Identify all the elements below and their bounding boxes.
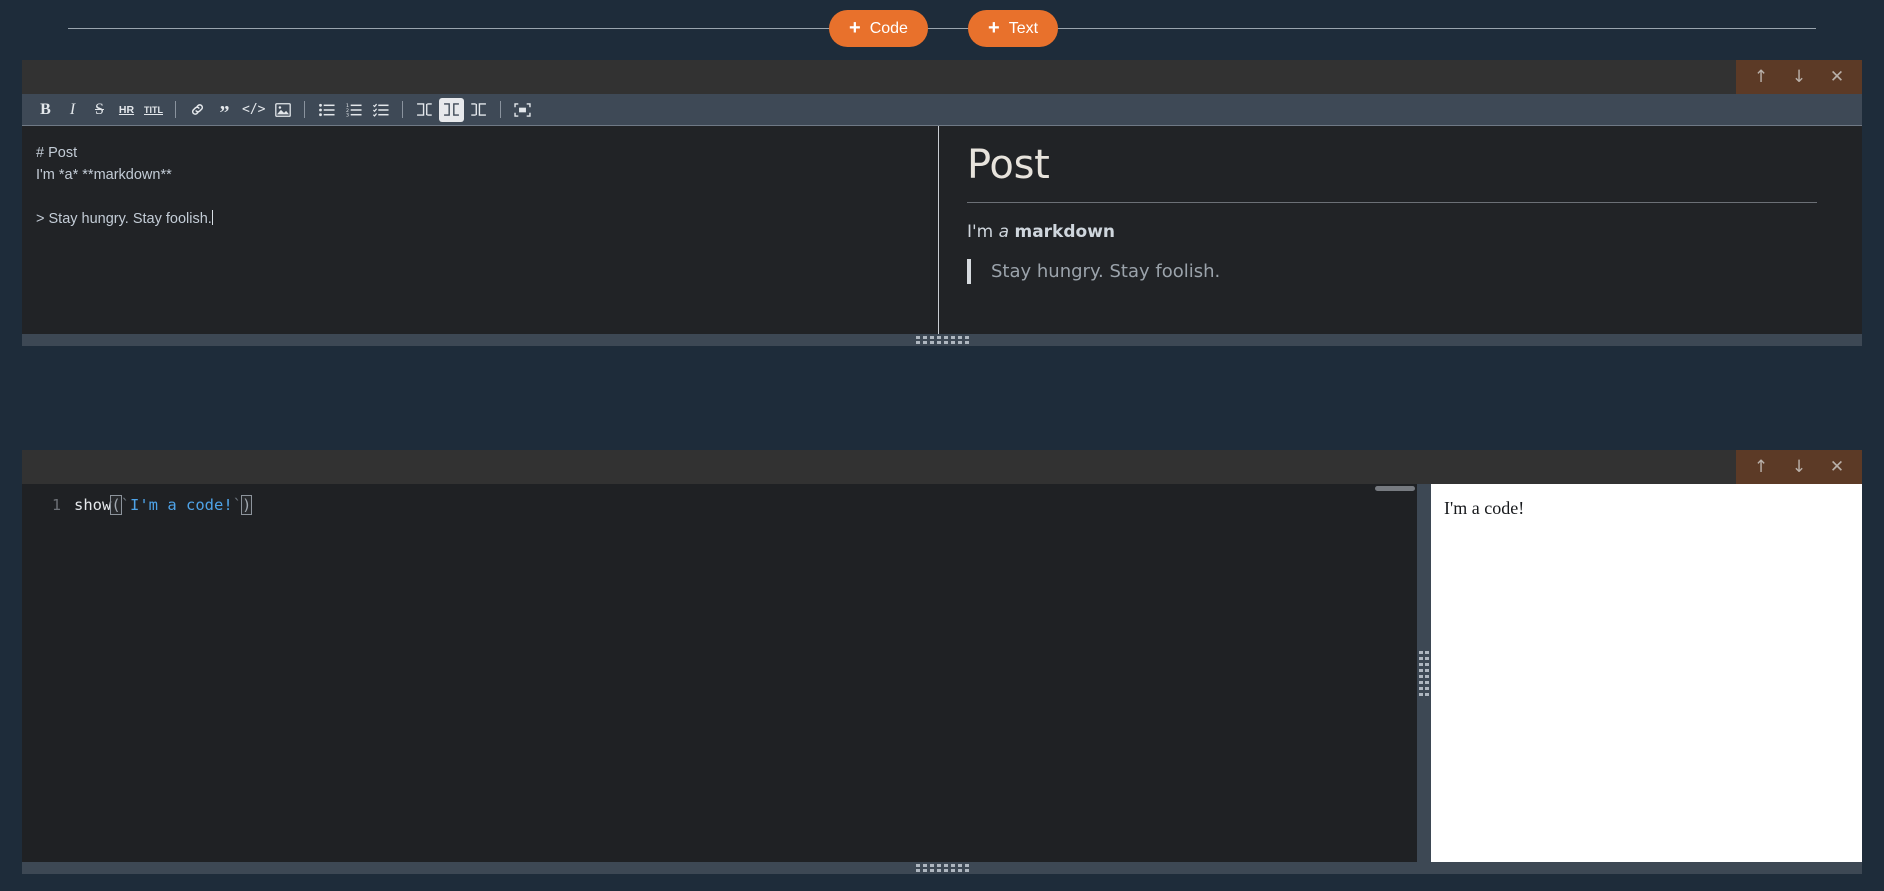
move-cell-down-icon[interactable]: ↓ bbox=[1780, 450, 1818, 484]
markdown-cell: ↑ ↓ ✕ B I S HR TITL ” </> 1 2 3 # Post I… bbox=[22, 60, 1862, 346]
markdown-cell-actions: ↑ ↓ ✕ bbox=[1736, 60, 1862, 94]
resize-code-cell-grip[interactable] bbox=[22, 862, 1862, 874]
code-token-function: show bbox=[74, 496, 112, 514]
plus-icon: + bbox=[988, 16, 1000, 39]
bold-icon[interactable]: B bbox=[33, 98, 58, 122]
svg-text:3: 3 bbox=[346, 112, 349, 116]
delete-cell-icon[interactable]: ✕ bbox=[1818, 450, 1856, 484]
add-cell-rule bbox=[68, 28, 1816, 29]
bullet-list-icon[interactable] bbox=[314, 98, 339, 122]
markdown-source-text: # Post I'm *a* **markdown** > Stay hungr… bbox=[36, 145, 212, 227]
link-icon[interactable] bbox=[185, 98, 210, 122]
ordered-list-icon[interactable]: 1 2 3 bbox=[341, 98, 366, 122]
preview-blockquote: Stay hungry. Stay foolish. bbox=[967, 259, 1817, 284]
resize-code-output-split-grip[interactable] bbox=[1417, 484, 1431, 862]
move-cell-down-icon[interactable]: ↓ bbox=[1780, 60, 1818, 94]
resize-markdown-cell-grip[interactable] bbox=[22, 334, 1862, 346]
markdown-source-editor[interactable]: # Post I'm *a* **markdown** > Stay hungr… bbox=[22, 126, 938, 334]
code-cell-body: 1 show(`I'm a code!`) I'm a code! bbox=[22, 484, 1862, 862]
add-text-cell-label: Text bbox=[1008, 19, 1039, 37]
strikethrough-icon[interactable]: S bbox=[87, 98, 112, 122]
italic-icon[interactable]: I bbox=[60, 98, 85, 122]
preview-paragraph-italic: a bbox=[998, 222, 1010, 242]
code-token-close-paren: ) bbox=[240, 495, 253, 515]
code-editor-scrollbar[interactable] bbox=[1375, 486, 1415, 491]
preview-heading: Post bbox=[967, 142, 1817, 203]
code-token-open-paren: ( bbox=[110, 495, 122, 515]
layout-split-icon[interactable] bbox=[439, 97, 465, 122]
code-line-numbers: 1 bbox=[22, 484, 74, 862]
code-token-backtick-close: ` bbox=[232, 496, 243, 514]
move-cell-up-icon[interactable]: ↑ bbox=[1742, 60, 1780, 94]
grip-dots-icon bbox=[915, 336, 969, 344]
code-text: show(`I'm a code!`) bbox=[74, 484, 1417, 862]
image-icon[interactable] bbox=[270, 98, 295, 122]
code-cell: ↑ ↓ ✕ 1 show(`I'm a code!`) I'm a code! bbox=[22, 450, 1862, 874]
move-cell-up-icon[interactable]: ↑ bbox=[1742, 450, 1780, 484]
markdown-toolbar: B I S HR TITL ” </> 1 2 3 bbox=[22, 94, 1862, 126]
add-cell-bar: + Code + Text bbox=[0, 0, 1884, 58]
grip-dots-icon bbox=[1419, 650, 1429, 696]
markdown-preview: Post I'm a markdown Stay hungry. Stay fo… bbox=[939, 126, 1862, 334]
add-code-cell-button[interactable]: + Code bbox=[829, 10, 928, 47]
toolbar-separator bbox=[402, 101, 404, 118]
text-caret bbox=[211, 210, 213, 225]
quote-icon[interactable]: ” bbox=[212, 98, 237, 123]
preview-paragraph-prefix: I'm bbox=[967, 222, 999, 242]
check-list-icon[interactable] bbox=[368, 98, 393, 122]
preview-paragraph-bold: markdown bbox=[1014, 222, 1116, 242]
line-number: 1 bbox=[51, 496, 61, 514]
fullscreen-icon[interactable] bbox=[510, 98, 535, 122]
code-token-string: I'm a code! bbox=[130, 496, 233, 514]
toolbar-separator bbox=[304, 101, 306, 118]
grip-dots-icon bbox=[915, 864, 969, 872]
code-output-text: I'm a code! bbox=[1444, 498, 1525, 518]
code-cell-header: ↑ ↓ ✕ bbox=[22, 450, 1862, 484]
toolbar-separator bbox=[175, 101, 176, 118]
add-code-cell-label: Code bbox=[869, 19, 908, 37]
code-output-pane: I'm a code! bbox=[1431, 484, 1862, 862]
plus-icon: + bbox=[849, 16, 861, 39]
layout-editor-only-icon[interactable] bbox=[412, 98, 437, 122]
code-editor[interactable]: 1 show(`I'm a code!`) bbox=[22, 484, 1417, 862]
markdown-cell-header: ↑ ↓ ✕ bbox=[22, 60, 1862, 94]
markdown-cell-body: # Post I'm *a* **markdown** > Stay hungr… bbox=[22, 126, 1862, 334]
code-icon[interactable]: </> bbox=[239, 98, 268, 122]
code-token-backtick-open: ` bbox=[120, 496, 131, 514]
preview-paragraph: I'm a markdown bbox=[967, 222, 1817, 242]
delete-cell-icon[interactable]: ✕ bbox=[1818, 60, 1856, 94]
horizontal-rule-icon[interactable]: HR bbox=[114, 98, 139, 122]
code-cell-actions: ↑ ↓ ✕ bbox=[1736, 450, 1862, 484]
title-icon[interactable]: TITL bbox=[141, 98, 166, 122]
add-text-cell-button[interactable]: + Text bbox=[968, 10, 1059, 47]
layout-preview-only-icon[interactable] bbox=[466, 98, 491, 122]
toolbar-separator bbox=[500, 101, 502, 118]
